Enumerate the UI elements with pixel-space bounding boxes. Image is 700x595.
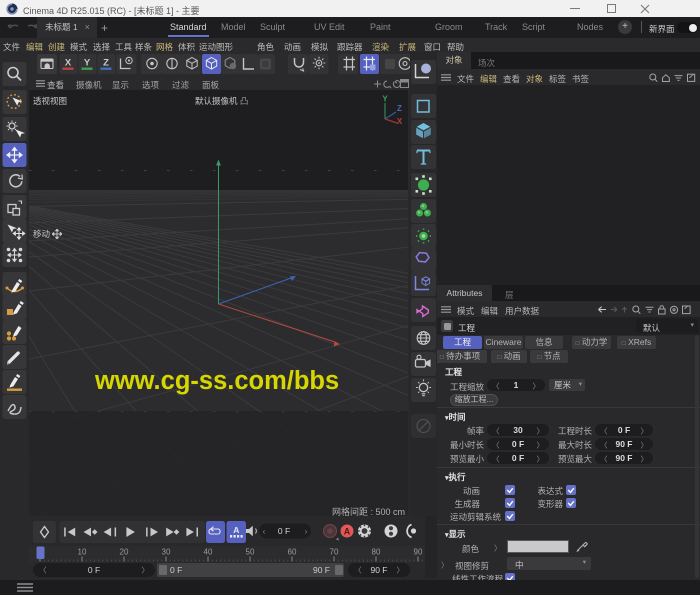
- svg-text:Y: Y: [382, 95, 388, 104]
- svg-text:50: 50: [246, 548, 255, 557]
- svg-text:0 F: 0 F: [278, 526, 290, 536]
- svg-text:A: A: [344, 527, 351, 537]
- svg-text:Y: Y: [84, 58, 91, 69]
- svg-text:10: 10: [78, 548, 87, 557]
- svg-text:80: 80: [372, 548, 381, 557]
- svg-text:Z: Z: [103, 58, 109, 69]
- svg-text:‹: ‹: [263, 527, 266, 536]
- svg-text:20: 20: [120, 548, 129, 557]
- svg-text:70: 70: [330, 548, 339, 557]
- svg-text:Z: Z: [397, 104, 402, 113]
- svg-text:A: A: [233, 525, 239, 535]
- svg-text:X: X: [397, 117, 403, 124]
- svg-text:›: ›: [305, 527, 308, 536]
- svg-text:30: 30: [162, 548, 171, 557]
- svg-text:X: X: [65, 58, 72, 69]
- svg-text:60: 60: [288, 548, 297, 557]
- svg-text:90: 90: [414, 548, 423, 557]
- svg-text:40: 40: [204, 548, 213, 557]
